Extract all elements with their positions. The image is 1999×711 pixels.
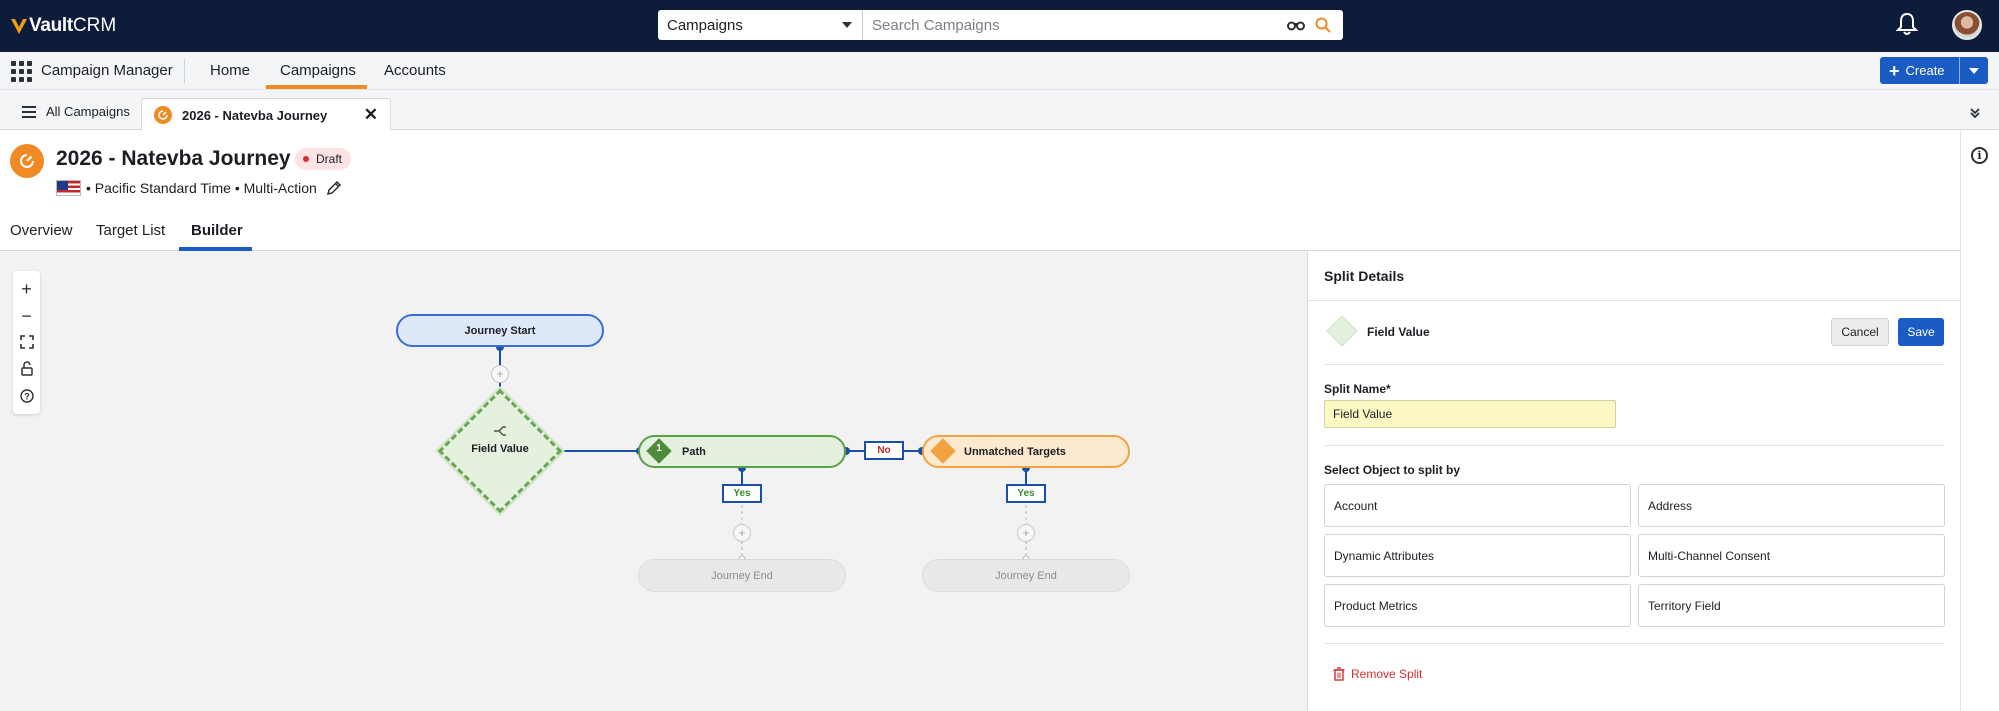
- cancel-button[interactable]: Cancel: [1831, 318, 1889, 346]
- panel-divider: [1324, 445, 1944, 446]
- journey-start-node[interactable]: Journey Start: [396, 314, 604, 347]
- object-option-account[interactable]: Account: [1324, 484, 1631, 527]
- journey-end-node[interactable]: Journey End: [638, 559, 846, 592]
- info-icon[interactable]: i: [1971, 147, 1988, 164]
- split-node-label: Field Value: [471, 443, 529, 455]
- split-object-label: Select Object to split by: [1324, 463, 1461, 477]
- split-icon: [493, 425, 507, 440]
- double-chevron-down-icon[interactable]: [1969, 106, 1981, 122]
- split-type-label: Field Value: [1367, 325, 1430, 339]
- split-name-input[interactable]: [1324, 400, 1616, 428]
- object-option-product-metrics[interactable]: Product Metrics: [1324, 584, 1631, 627]
- save-button[interactable]: Save: [1898, 318, 1944, 346]
- journey-start-label: Journey Start: [464, 324, 536, 337]
- object-option-territory-field[interactable]: Territory Field: [1638, 584, 1945, 627]
- create-button-group: + Create: [1880, 57, 1988, 84]
- object-option-dynamic-attributes[interactable]: Dynamic Attributes: [1324, 534, 1631, 577]
- notifications-bell-icon[interactable]: [1896, 12, 1918, 36]
- create-dropdown-button[interactable]: [1959, 57, 1988, 84]
- panel-divider: [1324, 364, 1944, 365]
- unmatched-targets-label: Unmatched Targets: [964, 445, 1066, 458]
- flow-connectors: [496, 343, 1030, 563]
- remove-split-label: Remove Split: [1351, 667, 1423, 681]
- panel-divider: [1308, 300, 1960, 301]
- split-name-label: Split Name*: [1324, 382, 1391, 396]
- search-icon[interactable]: [1315, 17, 1331, 33]
- journey-end-node[interactable]: Journey End: [922, 559, 1130, 592]
- journey-end-label: Journey End: [995, 569, 1057, 582]
- add-step-icon[interactable]: +: [491, 365, 509, 383]
- path-number: 1: [656, 443, 662, 454]
- create-button[interactable]: + Create: [1880, 57, 1959, 84]
- remove-split-button[interactable]: Remove Split: [1333, 667, 1422, 681]
- yes-branch-label: Yes: [722, 484, 762, 503]
- add-step-icon[interactable]: +: [1017, 524, 1035, 542]
- right-rail-divider: [1960, 130, 1961, 711]
- add-step-icon[interactable]: +: [733, 524, 751, 542]
- user-avatar[interactable]: [1952, 10, 1982, 40]
- path-node-label: Path: [682, 445, 706, 458]
- journey-end-label: Journey End: [711, 569, 773, 582]
- trash-icon: [1333, 667, 1345, 681]
- object-option-multi-channel-consent[interactable]: Multi-Channel Consent: [1638, 534, 1945, 577]
- create-label: Create: [1905, 63, 1945, 78]
- panel-divider: [1324, 643, 1944, 644]
- panel-title: Split Details: [1324, 268, 1405, 284]
- yes-branch-label: Yes: [1006, 484, 1046, 503]
- object-option-address[interactable]: Address: [1638, 484, 1945, 527]
- plus-icon: +: [1889, 60, 1900, 81]
- no-branch-label: No: [864, 441, 904, 460]
- chevron-down-icon: [1969, 67, 1979, 74]
